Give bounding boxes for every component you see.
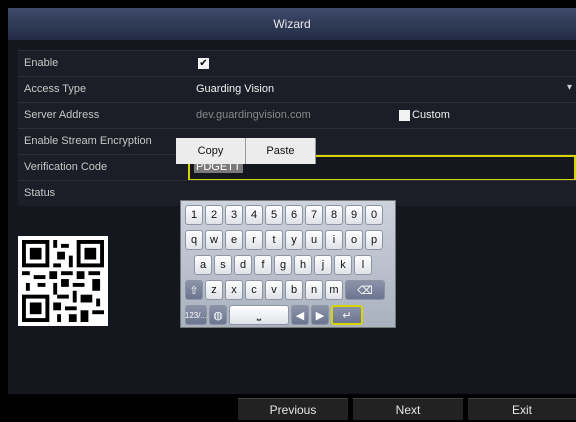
up-arrow-icon[interactable]: ⇧	[185, 280, 203, 300]
key[interactable]: 9	[345, 205, 363, 225]
key[interactable]: i	[325, 230, 343, 250]
keyboard-row-qwerty: q w e r t y u i o p	[185, 230, 391, 252]
server-address-row: Server Address dev.guardingvision.com Cu…	[18, 102, 576, 128]
custom-checkbox[interactable]	[399, 110, 410, 121]
paste-button[interactable]: Paste	[246, 138, 316, 164]
key[interactable]: 2	[205, 205, 223, 225]
key[interactable]: z	[205, 280, 223, 300]
key[interactable]: b	[285, 280, 303, 300]
symbols-key[interactable]: 123/...	[185, 305, 207, 325]
stream-encryption-label: Enable Stream Encryption	[24, 135, 152, 147]
key[interactable]: a	[194, 255, 212, 275]
on-screen-keyboard: 1 2 3 4 5 6 7 8 9 0 q w e r t y u i o p …	[180, 200, 396, 328]
key[interactable]: 7	[305, 205, 323, 225]
copy-button[interactable]: Copy	[176, 138, 246, 164]
key[interactable]: n	[305, 280, 323, 300]
keyboard-row-asdf: a s d f g h j k l	[185, 255, 391, 277]
footer-bar: Previous Next Exit	[8, 394, 576, 422]
key[interactable]: t	[265, 230, 283, 250]
server-address-label: Server Address	[24, 109, 100, 121]
access-type-row: Access Type Guarding Vision ▾	[18, 76, 576, 102]
key[interactable]: d	[234, 255, 252, 275]
key[interactable]: l	[354, 255, 372, 275]
key[interactable]: h	[294, 255, 312, 275]
key[interactable]: 1	[185, 205, 203, 225]
clipboard-bar: Copy Paste	[176, 138, 316, 164]
keyboard-row-bottom: 123/... ◍ ⎵ ◀ ▶ ↵	[185, 305, 391, 327]
status-label: Status	[24, 187, 56, 199]
key[interactable]: 4	[245, 205, 263, 225]
chevron-down-icon[interactable]: ▾	[567, 82, 572, 93]
exit-button[interactable]: Exit	[468, 398, 576, 420]
server-address-value: dev.guardingvision.com	[196, 109, 311, 121]
right-arrow-icon[interactable]: ▶	[311, 305, 329, 325]
access-type-value: Guarding Vision	[196, 83, 275, 95]
custom-label: Custom	[412, 109, 450, 121]
key[interactable]: c	[245, 280, 263, 300]
keyboard-row-numbers: 1 2 3 4 5 6 7 8 9 0	[185, 205, 391, 227]
access-type-select[interactable]: Guarding Vision ▾	[188, 77, 576, 102]
key[interactable]: j	[314, 255, 332, 275]
qr-code-icon	[18, 236, 108, 326]
backspace-icon[interactable]: ⌫	[345, 280, 385, 300]
key[interactable]: v	[265, 280, 283, 300]
key[interactable]: y	[285, 230, 303, 250]
access-type-label: Access Type	[24, 83, 87, 95]
enable-value: ✔	[188, 51, 576, 76]
enter-icon[interactable]: ↵	[331, 305, 363, 325]
key[interactable]: o	[345, 230, 363, 250]
key[interactable]: s	[214, 255, 232, 275]
previous-button[interactable]: Previous	[238, 398, 348, 420]
keyboard-row-zxcv: ⇧ z x c v b n m ⌫	[185, 280, 391, 302]
key[interactable]: 8	[325, 205, 343, 225]
key[interactable]: f	[254, 255, 272, 275]
key[interactable]: k	[334, 255, 352, 275]
wizard-panel: Enable ✔ Access Type Guarding Vision ▾ S…	[8, 40, 576, 422]
key[interactable]: q	[185, 230, 203, 250]
key[interactable]: 0	[365, 205, 383, 225]
left-arrow-icon[interactable]: ◀	[291, 305, 309, 325]
key[interactable]: m	[325, 280, 343, 300]
next-button[interactable]: Next	[353, 398, 463, 420]
key[interactable]: 5	[265, 205, 283, 225]
key[interactable]: r	[245, 230, 263, 250]
key[interactable]: w	[205, 230, 223, 250]
enable-row: Enable ✔	[18, 50, 576, 76]
globe-icon[interactable]: ◍	[209, 305, 227, 325]
key[interactable]: 6	[285, 205, 303, 225]
key[interactable]: u	[305, 230, 323, 250]
server-address-field[interactable]: dev.guardingvision.com Custom	[188, 103, 576, 128]
enable-label: Enable	[24, 57, 59, 69]
window-title-bar: Wizard	[8, 8, 576, 40]
space-key[interactable]: ⎵	[229, 305, 289, 325]
key[interactable]: e	[225, 230, 243, 250]
key[interactable]: 3	[225, 205, 243, 225]
key[interactable]: g	[274, 255, 292, 275]
key[interactable]: x	[225, 280, 243, 300]
verification-code-label: Verification Code	[24, 161, 108, 173]
enable-checkbox[interactable]: ✔	[198, 58, 209, 69]
window-title: Wizard	[273, 17, 311, 31]
key[interactable]: p	[365, 230, 383, 250]
